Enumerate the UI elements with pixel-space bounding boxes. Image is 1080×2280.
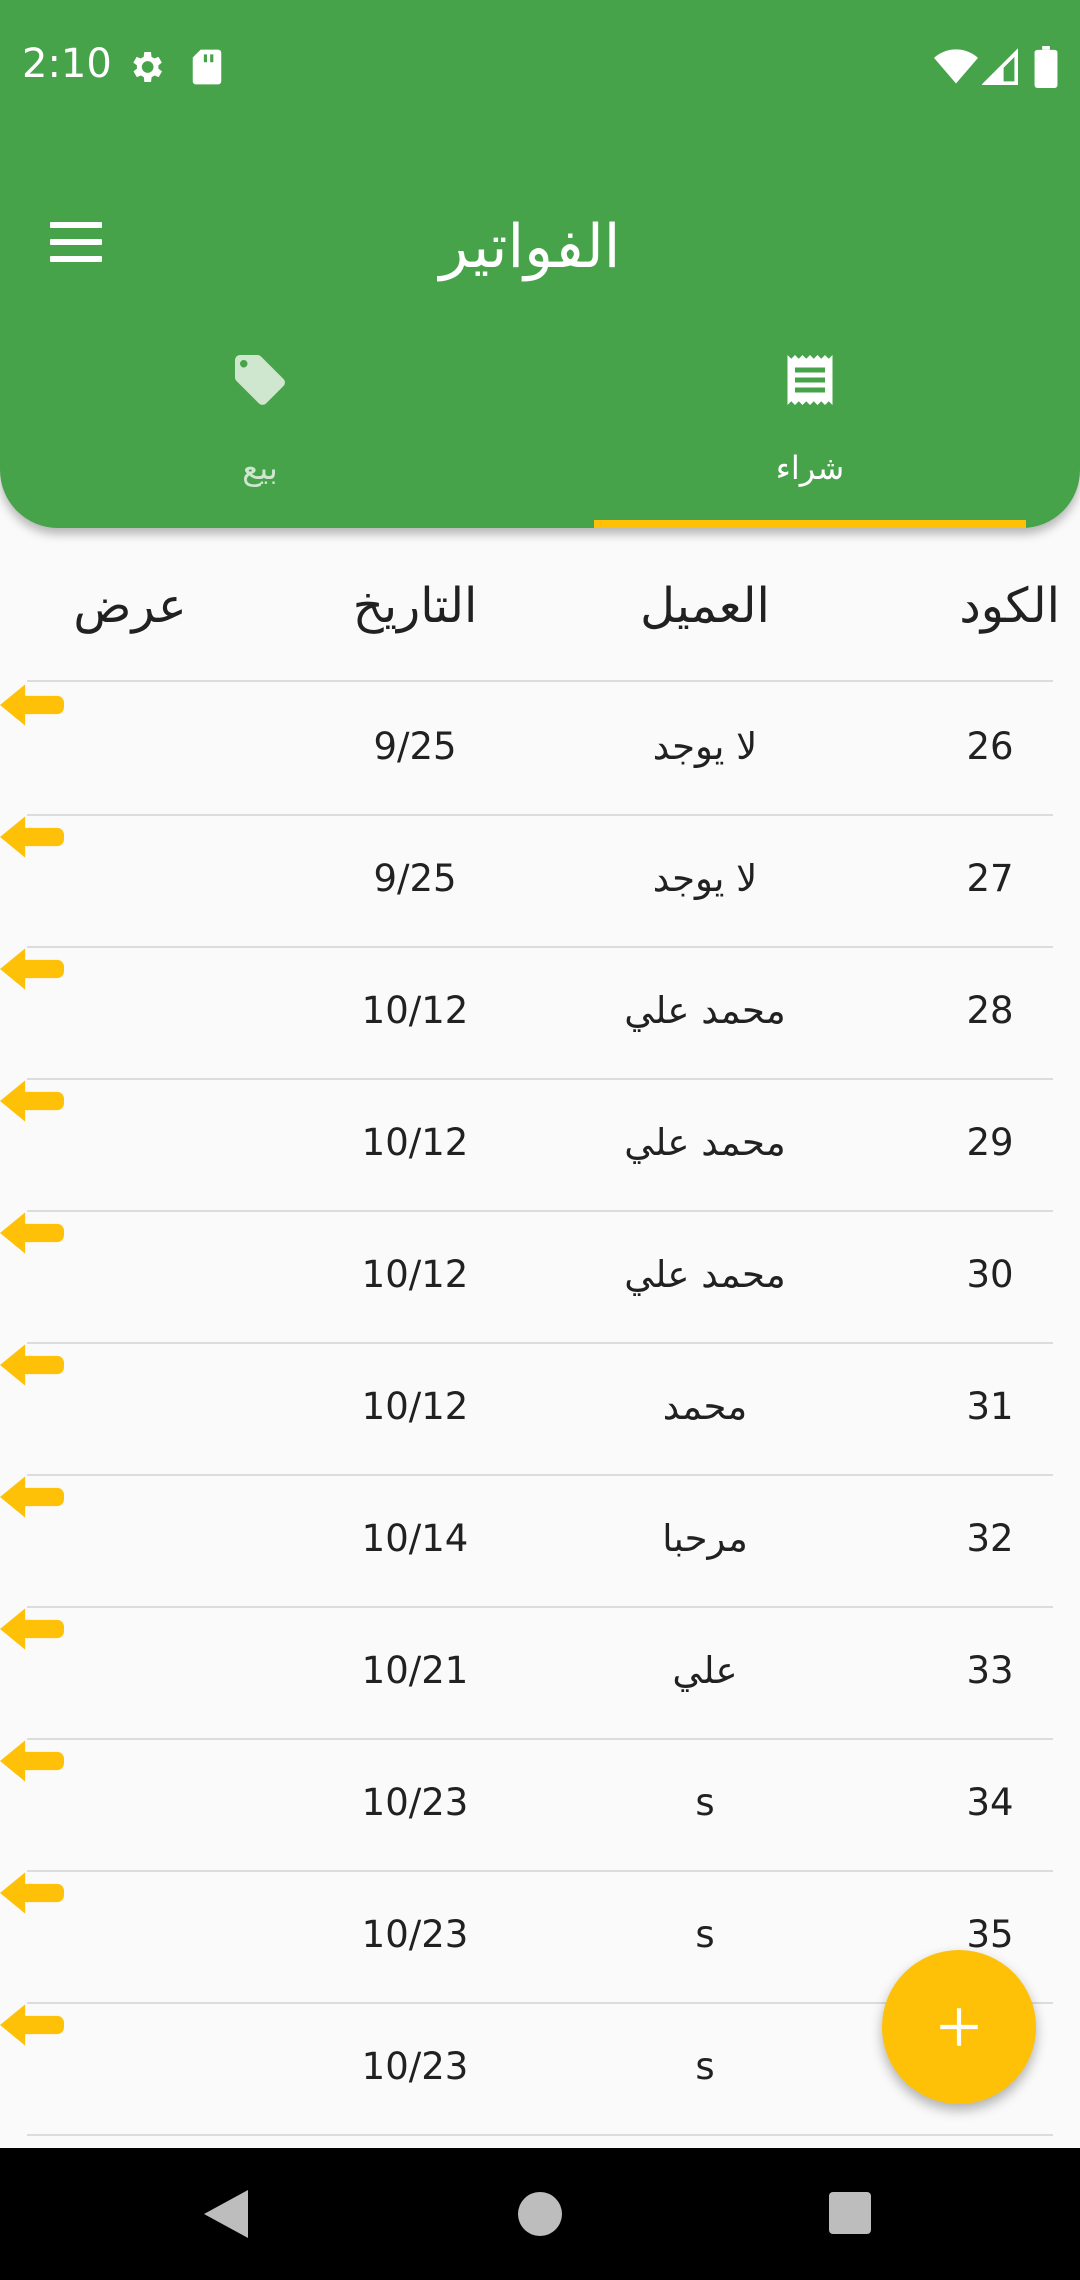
cell-date: 10/23: [361, 2045, 469, 2088]
column-header-client: العميل: [640, 578, 770, 634]
status-bar: 2:10: [0, 0, 1080, 134]
invoices-screen: 2:10 الفواتير شراء بيع الكود العميل التا…: [0, 0, 1080, 2280]
view-arrow-icon[interactable]: [0, 1342, 64, 1388]
cell-code: 26: [966, 725, 1014, 768]
view-arrow-icon[interactable]: [0, 1870, 64, 1916]
tag-icon: [235, 355, 285, 405]
view-arrow-icon[interactable]: [0, 1210, 64, 1256]
cell-date: 10/12: [361, 1253, 469, 1296]
cell-client: محمد علي: [624, 1253, 786, 1296]
tab-buy-label: شراء: [775, 449, 845, 487]
table-header: الكود العميل التاريخ عرض: [0, 554, 1080, 680]
menu-icon[interactable]: [40, 222, 112, 274]
view-arrow-icon[interactable]: [0, 1738, 64, 1784]
column-header-date: التاريخ: [352, 578, 478, 634]
view-arrow-icon[interactable]: [0, 1474, 64, 1520]
view-arrow-icon[interactable]: [0, 1078, 64, 1124]
plus-icon: [940, 2008, 978, 2046]
add-invoice-button[interactable]: [882, 1950, 1036, 2104]
cell-date: 10/14: [361, 1517, 469, 1560]
view-arrow-icon[interactable]: [0, 946, 64, 992]
view-arrow-icon[interactable]: [0, 814, 64, 860]
cell-code: 32: [966, 1517, 1014, 1560]
receipt-icon: [787, 355, 833, 405]
home-icon[interactable]: [518, 2192, 562, 2236]
view-arrow-icon[interactable]: [0, 2002, 64, 2048]
battery-icon: [1034, 46, 1058, 88]
cell-date: 10/21: [361, 1649, 469, 1692]
cell-code: 34: [966, 1781, 1014, 1824]
cell-date: 10/12: [361, 1385, 469, 1428]
table-row[interactable]: 29 محمد علي 10/12: [0, 1078, 1080, 1210]
back-icon[interactable]: [204, 2190, 248, 2238]
row-divider: [27, 2134, 1053, 2136]
view-arrow-icon[interactable]: [0, 682, 64, 728]
tab-sell-label: بيع: [242, 449, 278, 487]
cell-code: 30: [966, 1253, 1014, 1296]
tab-indicator: [594, 520, 1026, 528]
tab-buy[interactable]: شراء: [594, 330, 1026, 528]
cell-code: 27: [966, 857, 1014, 900]
signal-icon: [982, 48, 1018, 85]
navigation-bar: [0, 2148, 1080, 2280]
cell-code: 31: [966, 1385, 1014, 1428]
table-row[interactable]: 33 علي 10/21: [0, 1606, 1080, 1738]
cell-client: s: [695, 1913, 715, 1956]
table-row[interactable]: 28 محمد علي 10/12: [0, 946, 1080, 1078]
sd-card-icon: [192, 49, 222, 85]
table-row[interactable]: 34 s 10/23: [0, 1738, 1080, 1870]
cell-date: 10/23: [361, 1781, 469, 1824]
wifi-icon: [934, 49, 978, 84]
page-title: الفواتير: [439, 212, 621, 282]
cell-client: مرحبا: [662, 1517, 748, 1560]
view-arrow-icon[interactable]: [0, 1606, 64, 1652]
table-row[interactable]: 31 محمد 10/12: [0, 1342, 1080, 1474]
tab-sell[interactable]: بيع: [40, 330, 480, 528]
cell-client: محمد علي: [624, 1121, 786, 1164]
status-time: 2:10: [22, 41, 112, 87]
app-bar: 2:10 الفواتير شراء بيع: [0, 0, 1080, 528]
cell-client: محمد علي: [624, 989, 786, 1032]
cell-client: s: [695, 2045, 715, 2088]
cell-code: 33: [966, 1649, 1014, 1692]
cell-client: علي: [672, 1649, 738, 1692]
cell-client: لا يوجد: [652, 725, 758, 768]
cell-date: 9/25: [373, 857, 457, 900]
cell-code: 28: [966, 989, 1014, 1032]
cell-client: لا يوجد: [652, 857, 758, 900]
recents-icon[interactable]: [829, 2192, 871, 2234]
cell-date: 10/12: [361, 989, 469, 1032]
table-row[interactable]: 30 محمد علي 10/12: [0, 1210, 1080, 1342]
cell-date: 10/23: [361, 1913, 469, 1956]
table-row[interactable]: 32 مرحبا 10/14: [0, 1474, 1080, 1606]
gear-icon: [133, 52, 162, 82]
cell-code: 29: [966, 1121, 1014, 1164]
column-header-code: الكود: [959, 578, 1060, 634]
cell-client: محمد: [662, 1385, 748, 1428]
cell-client: s: [695, 1781, 715, 1824]
cell-date: 9/25: [373, 725, 457, 768]
column-header-view: عرض: [73, 578, 187, 634]
table-row[interactable]: 27 لا يوجد 9/25: [0, 814, 1080, 946]
table-row[interactable]: 26 لا يوجد 9/25: [0, 682, 1080, 814]
cell-date: 10/12: [361, 1121, 469, 1164]
